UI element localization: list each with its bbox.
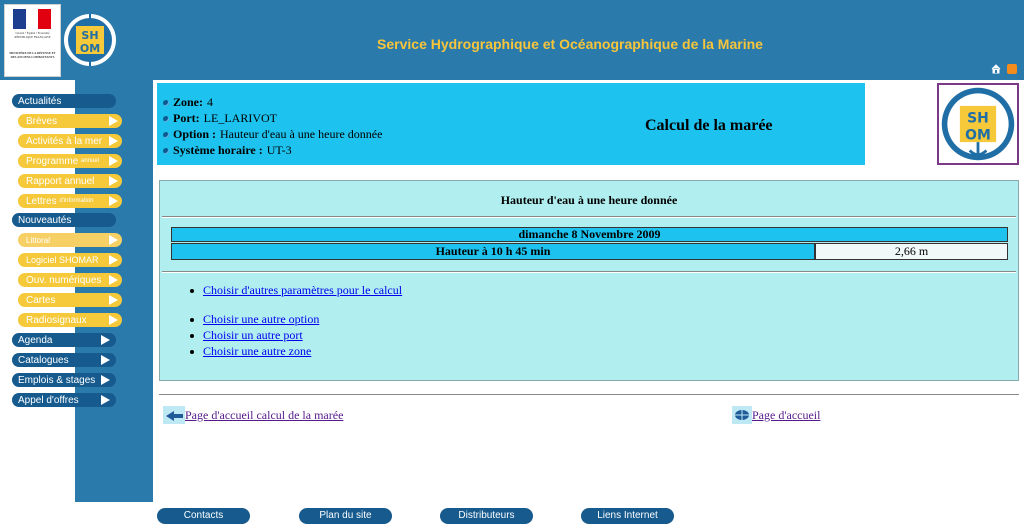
divider (162, 271, 1016, 273)
arrow-right-icon (109, 136, 118, 146)
globe-icon[interactable] (732, 406, 752, 424)
nav-catalogues[interactable]: Catalogues (12, 353, 116, 367)
republique-francaise-logo[interactable]: Liberté • Égalité • Fraternité RÉPUBLIQU… (4, 4, 61, 77)
logo-text-bottom: OM (80, 42, 100, 55)
height-value: 2,66 m (815, 243, 1008, 260)
height-label: Hauteur à 10 h 45 min (171, 243, 815, 260)
arrow-right-icon (109, 176, 118, 186)
list-item: Choisir une autre zone (190, 344, 311, 359)
nav-cartes[interactable]: Cartes (18, 293, 122, 307)
divider (159, 394, 1019, 395)
bullet-icon (163, 99, 169, 106)
arrow-right-icon (109, 116, 118, 126)
ministry-label: MINISTÈRE DE LA DÉFENSE ET DES ANCIENS C… (9, 51, 56, 59)
nav-radiosignaux[interactable]: Radiosignaux (18, 313, 122, 327)
option-row: Option : Hauteur d'eau à une heure donné… (163, 127, 382, 142)
home-icon[interactable] (991, 64, 1001, 74)
link-other-zone[interactable]: Choisir une autre zone (203, 344, 311, 359)
result-title: Hauteur d'eau à une heure donnée (500, 193, 678, 207)
french-flag-icon (13, 9, 52, 29)
nav-logiciel-shomar[interactable]: Logiciel SHOMAR (18, 253, 122, 267)
bullet-icon (190, 349, 194, 354)
nav-nouveautes[interactable]: Nouveautés (12, 213, 116, 227)
tide-home-link[interactable]: Page d'accueil calcul de la marée (185, 408, 343, 423)
option-value: Hauteur d'eau à une heure donnée (220, 127, 383, 141)
link-other-port[interactable]: Choisir un autre port (203, 328, 303, 343)
site-title: Service Hydrographique et Océanographiqu… (377, 36, 763, 52)
link-other-parameters[interactable]: Choisir d'autres paramètres pour le calc… (203, 283, 402, 298)
nav-littoral[interactable]: Littoral (18, 233, 122, 247)
nav-emplois-stages[interactable]: Emplois & stages (12, 373, 116, 387)
port-label: Port: (173, 111, 200, 125)
bullet-icon (190, 317, 194, 322)
result-date: dimanche 8 Novembre 2009 (171, 227, 1008, 242)
nav-agenda[interactable]: Agenda (12, 333, 116, 347)
port-row: Port: LE_LARIVOT (163, 111, 277, 126)
arrow-right-icon (101, 375, 110, 385)
home-link-group: Page d'accueil (732, 406, 820, 424)
list-item: Choisir un autre port (190, 328, 303, 343)
result-panel: Hauteur d'eau à une heure donnée dimanch… (159, 180, 1019, 381)
republique-label: Liberté • Égalité • Fraternité RÉPUBLIQU… (14, 31, 51, 39)
arrow-right-icon (109, 156, 118, 166)
nav-appel-offres[interactable]: Appel d'offres (12, 393, 116, 407)
list-item: Choisir d'autres paramètres pour le calc… (190, 283, 402, 298)
divider (162, 216, 1016, 218)
list-item: Choisir une autre option (190, 312, 319, 327)
shom-logo-box: SH OM (937, 83, 1019, 165)
shom-logo: SH OM (941, 87, 1015, 161)
footer-contacts-button[interactable]: Contacts (157, 508, 250, 524)
arrow-right-icon (109, 235, 118, 245)
nav-breves[interactable]: Brèves (18, 114, 122, 128)
port-value: LE_LARIVOT (203, 111, 277, 125)
footer-sitemap-button[interactable]: Plan du site (299, 508, 392, 524)
bullet-icon (163, 115, 169, 122)
nav-lettres-information[interactable]: Lettres d'information (18, 194, 122, 208)
arrow-right-icon (109, 255, 118, 265)
zone-row: Zone: 4 (163, 95, 213, 110)
arrow-right-icon (109, 196, 118, 206)
arrow-right-icon (101, 355, 110, 365)
option-label: Option : (173, 127, 217, 141)
footer-links-button[interactable]: Liens Internet (581, 508, 674, 524)
logo-text-top: SH (81, 29, 98, 42)
nav-actualites[interactable]: Actualités (12, 94, 116, 108)
logo-text-top: SH (967, 111, 989, 127)
arrow-right-icon (109, 275, 118, 285)
page-title: Calcul de la marée (645, 117, 773, 134)
site-header: Liberté • Égalité • Fraternité RÉPUBLIQU… (0, 0, 1024, 80)
system-row: Système horaire : UT-3 (163, 143, 292, 158)
rss-icon[interactable] (1007, 64, 1017, 74)
system-value: UT-3 (266, 143, 292, 157)
tide-home-link-group: Page d'accueil calcul de la marée (163, 406, 343, 424)
zone-value: 4 (207, 95, 213, 109)
link-other-option[interactable]: Choisir une autre option (203, 312, 319, 327)
arrow-right-icon (109, 295, 118, 305)
bullet-icon (190, 333, 194, 338)
nav-activites-mer[interactable]: Activités à la mer (18, 134, 122, 148)
nav-ouv-numeriques[interactable]: Ouv. numériques (18, 273, 122, 287)
nav-programme-annuel[interactable]: Programme annuel (18, 154, 122, 168)
bullet-icon (163, 131, 169, 138)
logo-text-bottom: OM (965, 127, 991, 143)
bullet-icon (190, 288, 194, 293)
nav-rapport-annuel[interactable]: Rapport annuel (18, 174, 122, 188)
home-link[interactable]: Page d'accueil (752, 408, 820, 423)
bullet-icon (163, 147, 169, 154)
back-arrow-icon[interactable] (163, 406, 185, 424)
arrow-right-icon (101, 335, 110, 345)
shom-logo[interactable]: SH OM (62, 12, 118, 68)
footer-distributors-button[interactable]: Distributeurs (440, 508, 533, 524)
zone-label: Zone: (173, 95, 203, 109)
arrow-right-icon (109, 315, 118, 325)
arrow-right-icon (101, 395, 110, 405)
system-label: Système horaire : (173, 143, 263, 157)
